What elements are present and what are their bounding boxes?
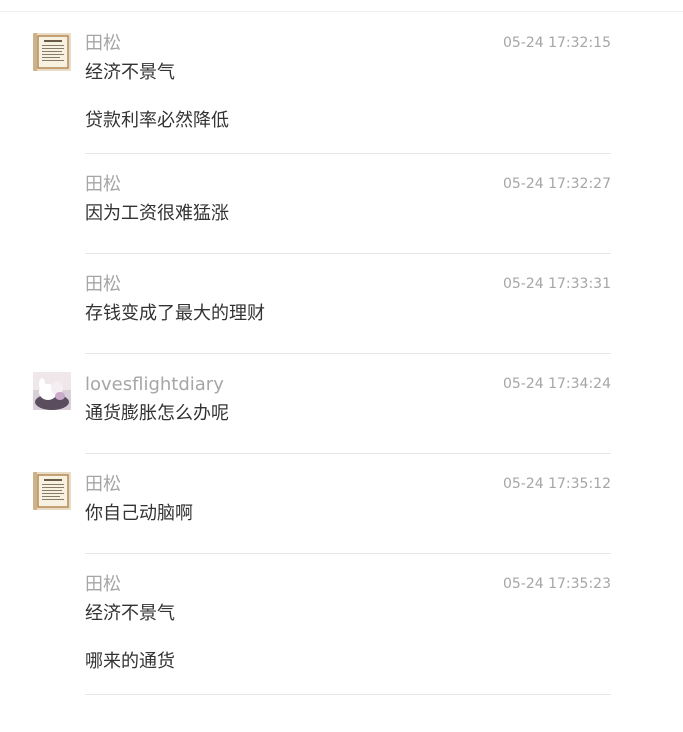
avatar[interactable] (33, 372, 71, 410)
avatar[interactable] (33, 33, 71, 71)
message-divider (85, 353, 611, 354)
message-divider (85, 153, 611, 154)
message-divider (85, 253, 611, 254)
message-timestamp: 05-24 17:32:27 (502, 176, 611, 192)
message-author[interactable]: 田松 (85, 574, 121, 596)
message-line: 贷款利率必然降低 (85, 110, 229, 131)
message-timestamp: 05-24 17:34:24 (502, 376, 611, 392)
message-line: 经济不景气 (85, 603, 175, 624)
message-timestamp: 05-24 17:32:15 (502, 35, 611, 51)
message-timestamp: 05-24 17:35:12 (502, 476, 611, 492)
message-author[interactable]: lovesflightdiary (85, 374, 224, 396)
message-author[interactable]: 田松 (85, 174, 121, 196)
message-timestamp: 05-24 17:35:23 (502, 576, 611, 592)
message-divider (85, 553, 611, 554)
message-author[interactable]: 田松 (85, 274, 121, 296)
top-divider (0, 11, 683, 12)
message-timestamp: 05-24 17:33:31 (502, 276, 611, 292)
message-line: 因为工资很难猛涨 (85, 203, 229, 224)
message-divider (85, 694, 611, 695)
avatar[interactable] (33, 472, 71, 510)
message-line: 通货膨胀怎么办呢 (85, 403, 229, 424)
message-divider (85, 453, 611, 454)
message-line: 经济不景气 (85, 62, 175, 83)
message-author[interactable]: 田松 (85, 474, 121, 496)
message-line: 哪来的通货 (85, 651, 175, 672)
message-author[interactable]: 田松 (85, 33, 121, 55)
message-line: 你自己动脑啊 (85, 503, 193, 524)
message-line: 存钱变成了最大的理财 (85, 303, 265, 324)
